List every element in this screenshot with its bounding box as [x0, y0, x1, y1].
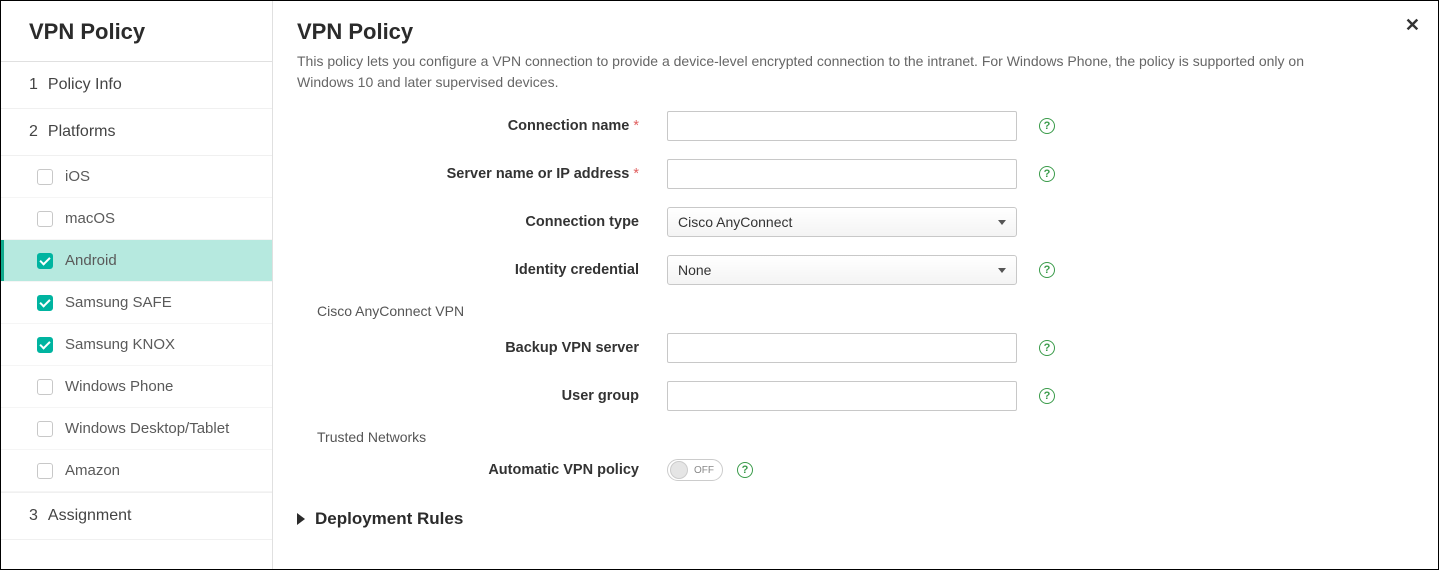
platform-android[interactable]: Android	[1, 240, 272, 282]
checkbox-icon[interactable]	[37, 295, 53, 311]
user-group-input[interactable]	[667, 381, 1017, 411]
checkbox-icon[interactable]	[37, 421, 53, 437]
help-icon[interactable]: ?	[1039, 388, 1055, 404]
platform-label: Samsung KNOX	[65, 336, 175, 353]
step-number: 2	[29, 123, 38, 141]
step-platforms[interactable]: 2 Platforms	[1, 109, 272, 156]
deployment-rules-title: Deployment Rules	[315, 509, 463, 529]
platform-label: Windows Phone	[65, 378, 173, 395]
auto-policy-toggle[interactable]: OFF	[667, 459, 723, 481]
platform-label: Android	[65, 252, 117, 269]
help-icon[interactable]: ?	[1039, 340, 1055, 356]
platform-label: Windows Desktop/Tablet	[65, 420, 229, 437]
page-description: This policy lets you configure a VPN con…	[297, 51, 1357, 93]
deployment-rules-toggle[interactable]: Deployment Rules	[297, 509, 1408, 529]
checkbox-icon[interactable]	[37, 169, 53, 185]
checkbox-icon[interactable]	[37, 253, 53, 269]
toggle-knob-icon	[670, 461, 688, 479]
user-group-label: User group	[297, 388, 667, 404]
platform-ios[interactable]: iOS	[1, 156, 272, 198]
platform-samsung-knox[interactable]: Samsung KNOX	[1, 324, 272, 366]
chevron-down-icon	[998, 268, 1006, 273]
backup-server-label: Backup VPN server	[297, 340, 667, 356]
platform-label: iOS	[65, 168, 90, 185]
chevron-down-icon	[998, 220, 1006, 225]
help-icon[interactable]: ?	[1039, 166, 1055, 182]
connection-name-label: Connection name*	[297, 118, 667, 134]
auto-policy-label: Automatic VPN policy	[297, 462, 667, 478]
checkbox-icon[interactable]	[37, 463, 53, 479]
platform-macos[interactable]: macOS	[1, 198, 272, 240]
platform-windows-phone[interactable]: Windows Phone	[1, 366, 272, 408]
backup-server-input[interactable]	[667, 333, 1017, 363]
help-icon[interactable]: ?	[1039, 262, 1055, 278]
page-title: VPN Policy	[297, 19, 1408, 45]
step-number: 1	[29, 76, 38, 94]
step-number: 3	[29, 507, 38, 525]
step-label: Policy Info	[48, 76, 122, 94]
main-panel: ✕ VPN Policy This policy lets you config…	[273, 1, 1438, 569]
toggle-state: OFF	[694, 465, 714, 476]
help-icon[interactable]: ?	[1039, 118, 1055, 134]
server-input[interactable]	[667, 159, 1017, 189]
select-value: Cisco AnyConnect	[678, 214, 792, 230]
platform-samsung-safe[interactable]: Samsung SAFE	[1, 282, 272, 324]
connection-type-label: Connection type	[297, 214, 667, 230]
platform-label: macOS	[65, 210, 115, 227]
server-label: Server name or IP address*	[297, 166, 667, 182]
trusted-section-label: Trusted Networks	[317, 429, 1408, 445]
connection-type-select[interactable]: Cisco AnyConnect	[667, 207, 1017, 237]
checkbox-icon[interactable]	[37, 211, 53, 227]
checkbox-icon[interactable]	[37, 337, 53, 353]
identity-credential-select[interactable]: None	[667, 255, 1017, 285]
step-label: Assignment	[48, 507, 132, 525]
platform-windows-desktop[interactable]: Windows Desktop/Tablet	[1, 408, 272, 450]
connection-name-input[interactable]	[667, 111, 1017, 141]
step-assignment[interactable]: 3 Assignment	[1, 492, 272, 540]
sidebar-title: VPN Policy	[1, 1, 272, 62]
select-value: None	[678, 262, 711, 278]
step-policy-info[interactable]: 1 Policy Info	[1, 62, 272, 109]
cisco-section-label: Cisco AnyConnect VPN	[317, 303, 1408, 319]
identity-credential-label: Identity credential	[297, 262, 667, 278]
triangle-right-icon	[297, 513, 305, 525]
platform-label: Samsung SAFE	[65, 294, 172, 311]
sidebar: VPN Policy 1 Policy Info 2 Platforms iOS…	[1, 1, 273, 569]
checkbox-icon[interactable]	[37, 379, 53, 395]
platform-label: Amazon	[65, 462, 120, 479]
step-label: Platforms	[48, 123, 116, 141]
close-icon[interactable]: ✕	[1405, 15, 1420, 36]
platform-amazon[interactable]: Amazon	[1, 450, 272, 492]
help-icon[interactable]: ?	[737, 462, 753, 478]
